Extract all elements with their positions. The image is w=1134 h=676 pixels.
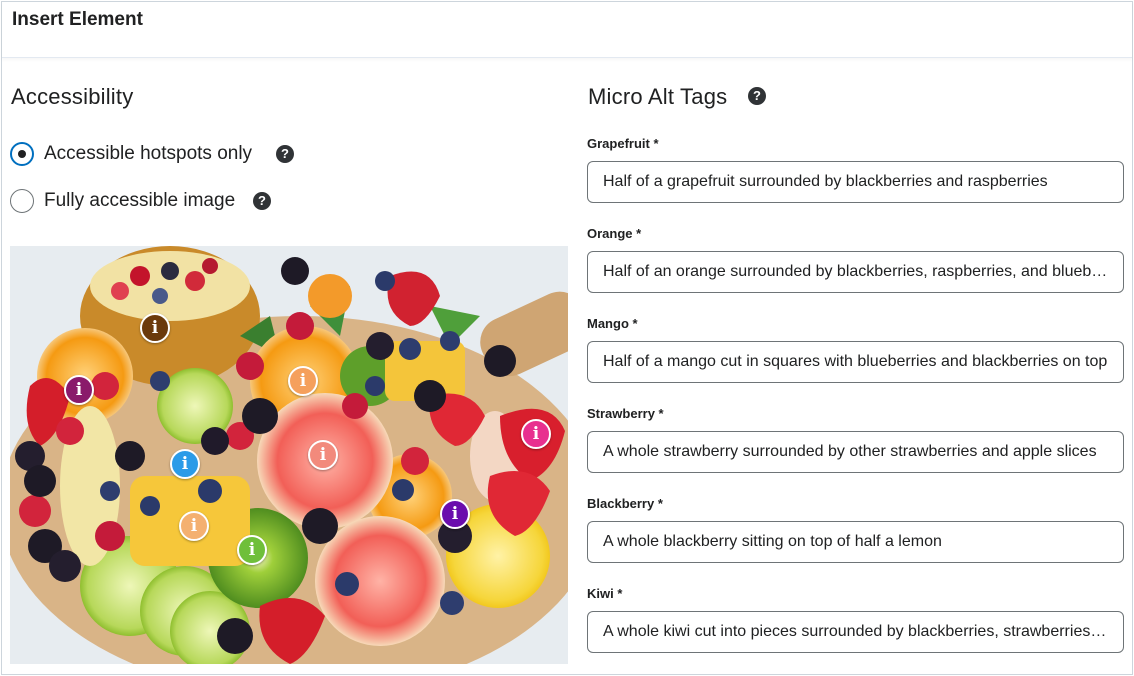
alt-tag-input-strawberry[interactable]: A whole strawberry surrounded by other s…: [587, 431, 1124, 473]
accessibility-heading: Accessibility: [11, 84, 134, 109]
radio-button-checked[interactable]: [10, 142, 34, 166]
question-circle-icon[interactable]: ?: [253, 192, 271, 210]
field-label-grapefruit: Grapefruit *: [587, 136, 659, 151]
micro-alt-tags-heading: Micro Alt Tags: [588, 84, 728, 109]
hotspot-info-icon[interactable]: i: [64, 375, 94, 405]
field-label-mango: Mango *: [587, 316, 638, 331]
fruit-illustration: [10, 246, 568, 664]
field-label-kiwi: Kiwi *: [587, 586, 623, 601]
hotspot-info-icon[interactable]: i: [237, 535, 267, 565]
fruit-platter-image: i i i i i i i i i: [10, 246, 568, 664]
dialog-title: Insert Element: [12, 9, 143, 30]
question-circle-icon[interactable]: ?: [276, 145, 294, 163]
hotspot-info-icon[interactable]: i: [440, 499, 470, 529]
hotspot-info-icon[interactable]: i: [179, 511, 209, 541]
field-label-orange: Orange *: [587, 226, 642, 241]
alt-tag-input-orange[interactable]: Half of an orange surrounded by blackber…: [587, 251, 1124, 293]
alt-tag-input-grapefruit[interactable]: Half of a grapefruit surrounded by black…: [587, 161, 1124, 203]
radio-button[interactable]: [10, 189, 34, 213]
alt-tag-input-kiwi[interactable]: A whole kiwi cut into pieces surrounded …: [587, 611, 1124, 653]
hotspot-info-icon[interactable]: i: [288, 366, 318, 396]
radio-accessible-hotspots[interactable]: Accessible hotspots only: [10, 139, 252, 169]
hotspot-info-icon[interactable]: i: [308, 440, 338, 470]
hotspot-info-icon[interactable]: i: [170, 449, 200, 479]
alt-tag-input-blackberry[interactable]: A whole blackberry sitting on top of hal…: [587, 521, 1124, 563]
dialog-header: Insert Element: [2, 2, 1132, 58]
radio-label: Fully accessible image: [44, 190, 236, 211]
alt-tag-input-mango[interactable]: Half of a mango cut in squares with blue…: [587, 341, 1124, 383]
hotspot-info-icon[interactable]: i: [140, 313, 170, 343]
radio-label: Accessible hotspots only: [44, 143, 253, 164]
field-label-blackberry: Blackberry *: [587, 496, 663, 511]
field-label-strawberry: Strawberry *: [587, 406, 664, 421]
hotspot-info-icon[interactable]: i: [521, 419, 551, 449]
radio-fully-accessible[interactable]: Fully accessible image: [10, 186, 235, 216]
question-circle-icon[interactable]: ?: [748, 87, 766, 105]
